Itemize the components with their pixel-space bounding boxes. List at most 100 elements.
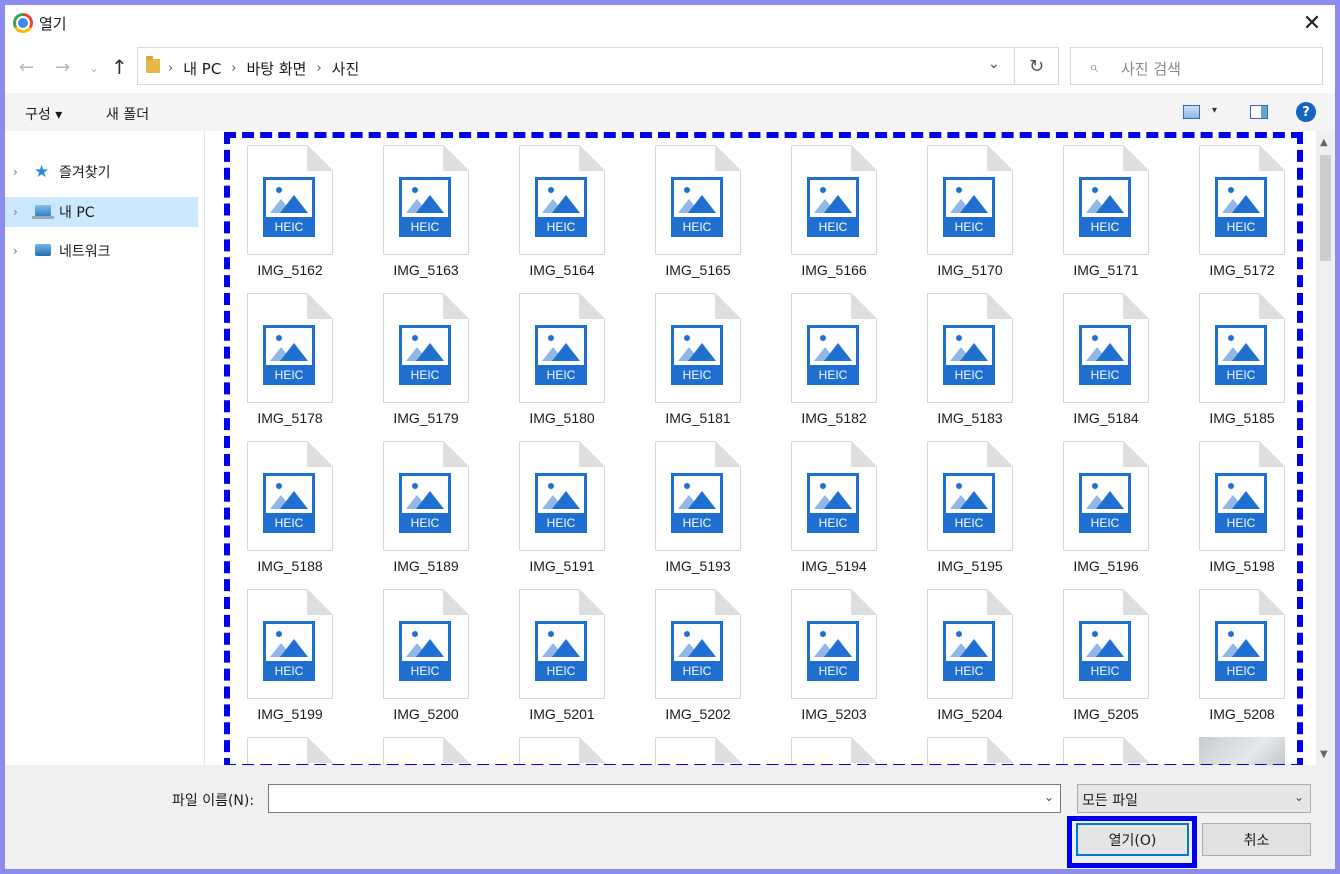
search-input[interactable]: ⌕ 사진 검색	[1070, 47, 1323, 85]
file-name: IMG_5179	[393, 410, 459, 426]
heic-label: HEIC	[818, 220, 848, 234]
heic-label: HEIC	[546, 368, 576, 382]
file-item[interactable]: HEIC IMG_5204	[917, 589, 1037, 729]
file-item-partial[interactable]	[237, 737, 357, 765]
sidebar-item-my-pc[interactable]: › 내 PC	[5, 197, 198, 227]
chevron-down-icon[interactable]: ⌄	[1044, 790, 1054, 804]
file-item[interactable]: HEIC IMG_5203	[781, 589, 901, 729]
chevron-down-icon[interactable]: ⌄	[988, 56, 1000, 72]
file-item[interactable]: HEIC IMG_5199	[237, 589, 357, 729]
file-item[interactable]: HEIC IMG_5178	[237, 293, 357, 433]
expand-chevron-icon[interactable]: ›	[13, 165, 18, 179]
page-fold-icon	[443, 441, 469, 467]
scroll-down-icon[interactable]: ▼	[1320, 749, 1328, 760]
page-fold-icon	[579, 441, 605, 467]
image-preview-icon	[810, 180, 856, 217]
file-item[interactable]: HEIC IMG_5163	[373, 145, 493, 285]
expand-chevron-icon[interactable]: ›	[13, 205, 18, 219]
file-item[interactable]: HEIC IMG_5189	[373, 441, 493, 581]
change-view-icon[interactable]	[1183, 105, 1200, 119]
sun-icon	[820, 483, 826, 489]
scroll-up-icon[interactable]: ▲	[1320, 137, 1328, 148]
image-preview-icon	[810, 476, 856, 513]
file-item[interactable]: HEIC IMG_5182	[781, 293, 901, 433]
image-preview-icon	[266, 624, 312, 661]
file-item-partial[interactable]	[917, 737, 1037, 765]
file-item[interactable]: HEIC IMG_5194	[781, 441, 901, 581]
file-item[interactable]: HEIC IMG_5166	[781, 145, 901, 285]
recent-locations-icon[interactable]: ⌄	[89, 61, 99, 75]
file-item[interactable]: HEIC IMG_5165	[645, 145, 765, 285]
file-item-partial[interactable]	[781, 737, 901, 765]
up-icon[interactable]: ↑	[111, 55, 128, 79]
file-list-view[interactable]: HEIC IMG_5162 HEIC IMG_5163 HEIC IMG_5164 HEIC…	[205, 131, 1316, 765]
file-item[interactable]: HEIC IMG_5205	[1053, 589, 1173, 729]
heic-image-icon: HEIC	[1079, 325, 1131, 385]
navigation-pane: › ★ 즐겨찾기 › 내 PC › 네트워크	[5, 131, 205, 765]
file-item[interactable]: HEIC IMG_5208	[1189, 589, 1309, 729]
sun-icon	[1092, 187, 1098, 193]
file-item[interactable]: HEIC IMG_5185	[1189, 293, 1309, 433]
file-item[interactable]: HEIC IMG_5170	[917, 145, 1037, 285]
address-bar[interactable]: › 내 PC › 바탕 화면 › 사진 ⌄	[137, 47, 1015, 85]
file-item[interactable]: HEIC IMG_5193	[645, 441, 765, 581]
navigation-bar: ← → ⌄ ↑ › 내 PC › 바탕 화면 › 사진 ⌄ ↻ ⌕ 사진 검색	[5, 41, 1335, 93]
page-fold-icon	[1123, 589, 1149, 615]
vertical-scrollbar[interactable]: ▲ ▼	[1316, 131, 1335, 765]
file-item[interactable]: HEIC IMG_5195	[917, 441, 1037, 581]
file-item[interactable]: HEIC IMG_5196	[1053, 441, 1173, 581]
file-item[interactable]: HEIC IMG_5191	[509, 441, 629, 581]
filetype-select[interactable]: 모든 파일 ⌄	[1077, 784, 1311, 813]
heic-image-icon: HEIC	[535, 325, 587, 385]
help-icon[interactable]: ?	[1296, 102, 1316, 122]
title-bar: 열기 ✕	[5, 5, 1335, 41]
file-item[interactable]: HEIC IMG_5179	[373, 293, 493, 433]
file-item[interactable]: HEIC IMG_5183	[917, 293, 1037, 433]
new-folder-button[interactable]: 새 폴더	[106, 104, 149, 124]
file-item[interactable]: HEIC IMG_5162	[237, 145, 357, 285]
file-item[interactable]: HEIC IMG_5184	[1053, 293, 1173, 433]
organize-button[interactable]: 구성 ▾	[25, 104, 62, 124]
breadcrumb-item-photos[interactable]: 사진	[332, 58, 360, 79]
file-item-partial[interactable]	[373, 737, 493, 765]
scrollbar-thumb[interactable]	[1320, 155, 1331, 261]
file-item[interactable]: HEIC IMG_5172	[1189, 145, 1309, 285]
image-preview-icon	[538, 624, 584, 661]
file-item-partial[interactable]	[1053, 737, 1173, 765]
forward-icon[interactable]: →	[55, 57, 70, 78]
heic-image-icon: HEIC	[807, 177, 859, 237]
heic-label: HEIC	[1090, 516, 1120, 530]
file-item[interactable]: HEIC IMG_5200	[373, 589, 493, 729]
image-preview-icon	[402, 180, 448, 217]
expand-chevron-icon[interactable]: ›	[13, 244, 18, 258]
file-item[interactable]: HEIC IMG_5181	[645, 293, 765, 433]
refresh-button[interactable]: ↻	[1015, 47, 1059, 85]
file-item[interactable]: HEIC IMG_5180	[509, 293, 629, 433]
back-icon[interactable]: ←	[19, 57, 34, 78]
view-options-caret-icon[interactable]: ▾	[1212, 105, 1217, 116]
file-item[interactable]: HEIC IMG_5188	[237, 441, 357, 581]
sun-icon	[1092, 335, 1098, 341]
open-button[interactable]: 열기(O)	[1076, 823, 1189, 856]
file-item[interactable]: HEIC IMG_5201	[509, 589, 629, 729]
file-item[interactable]: HEIC IMG_5198	[1189, 441, 1309, 581]
file-item-partial[interactable]	[645, 737, 765, 765]
file-item[interactable]: HEIC IMG_5171	[1053, 145, 1173, 285]
cancel-button[interactable]: 취소	[1202, 823, 1311, 856]
file-item-partial[interactable]	[509, 737, 629, 765]
breadcrumb-item-desktop[interactable]: 바탕 화면	[247, 58, 307, 79]
image-preview-icon	[1218, 180, 1264, 217]
sidebar-item-favorites[interactable]: › ★ 즐겨찾기	[5, 157, 198, 187]
page-fold-icon	[1259, 293, 1285, 319]
file-item-partial[interactable]	[1189, 737, 1309, 765]
file-item[interactable]: HEIC IMG_5202	[645, 589, 765, 729]
sun-icon	[1092, 631, 1098, 637]
file-item[interactable]: HEIC IMG_5164	[509, 145, 629, 285]
breadcrumb-item-my-pc[interactable]: 내 PC	[183, 58, 221, 79]
preview-pane-icon[interactable]	[1250, 105, 1268, 119]
filename-field[interactable]: ⌄	[268, 784, 1061, 813]
page-fold-icon	[851, 441, 877, 467]
close-button[interactable]: ✕	[1289, 5, 1335, 41]
sidebar-item-network[interactable]: › 네트워크	[5, 236, 198, 266]
file-name: IMG_5201	[529, 706, 595, 722]
